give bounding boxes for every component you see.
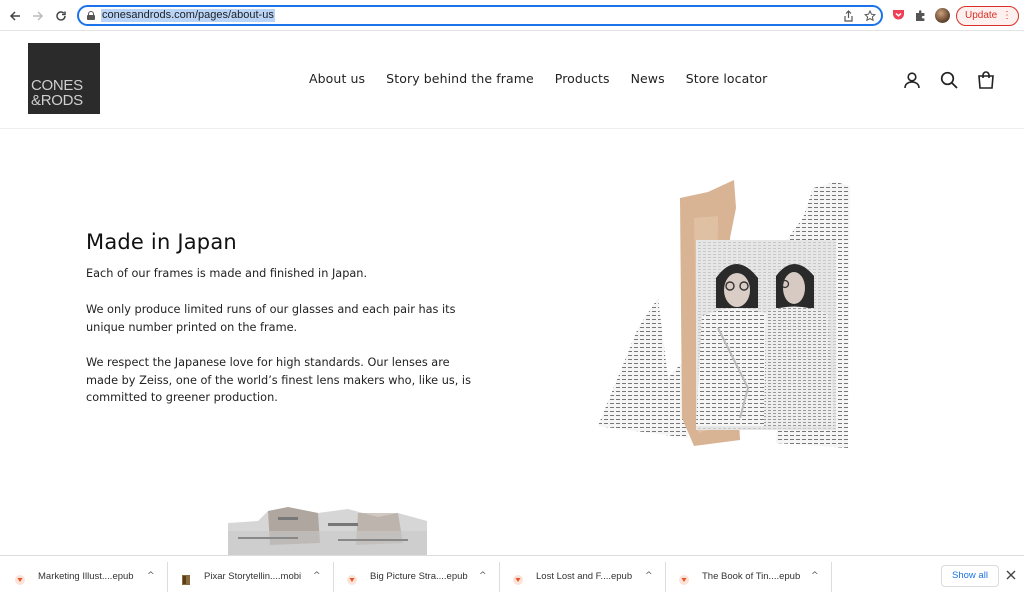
divider <box>333 562 334 592</box>
address-bar[interactable]: conesandrods.com/pages/about-us <box>77 5 883 26</box>
extensions-puzzle-icon[interactable] <box>912 7 928 23</box>
download-label: Marketing Illust....epub <box>38 571 134 582</box>
epub-icon <box>678 571 690 585</box>
divider <box>499 562 500 592</box>
chevron-up-icon[interactable]: ^ <box>479 571 487 581</box>
collage-image <box>598 178 852 450</box>
show-all-button[interactable]: Show all <box>941 565 999 587</box>
nav-products[interactable]: Products <box>555 71 610 86</box>
paragraph-made-in-japan: Each of our frames is made and finished … <box>86 267 368 280</box>
divider <box>665 562 666 592</box>
chevron-up-icon[interactable]: ^ <box>313 571 321 581</box>
nav-story-behind-the-frame[interactable]: Story behind the frame <box>386 71 534 86</box>
download-item[interactable]: Lost Lost and F....epub <box>512 556 632 597</box>
download-label: Big Picture Stra....epub <box>370 571 468 582</box>
paragraph-zeiss-lenses: We respect the Japanese love for high st… <box>86 356 471 404</box>
account-icon[interactable] <box>903 71 921 89</box>
share-icon[interactable] <box>841 9 855 23</box>
lock-icon[interactable] <box>87 11 95 20</box>
downloads-bar: Marketing Illust....epub ^ Pixar Storyte… <box>0 555 1024 596</box>
browser-toolbar: conesandrods.com/pages/about-us Update ⋮ <box>0 0 1024 31</box>
download-label: The Book of Tin....epub <box>702 571 801 582</box>
divider <box>831 562 832 592</box>
chevron-up-icon[interactable]: ^ <box>811 571 819 581</box>
nav-news[interactable]: News <box>631 71 665 86</box>
chevron-up-icon[interactable]: ^ <box>645 571 653 581</box>
download-item[interactable]: Marketing Illust....epub <box>14 556 134 597</box>
download-item[interactable]: Pixar Storytellin....mobi <box>180 556 301 597</box>
update-label: Update <box>965 10 998 21</box>
bookmark-star-icon[interactable] <box>863 9 877 23</box>
back-arrow-icon[interactable] <box>6 7 24 25</box>
divider <box>167 562 168 592</box>
update-button[interactable]: Update ⋮ <box>956 6 1019 26</box>
epub-icon <box>14 571 26 585</box>
menu-dots-icon[interactable]: ⋮ <box>1002 7 1012 25</box>
page-heading: Made in Japan <box>86 230 237 254</box>
collage-strip-image <box>228 503 427 556</box>
main-navigation: About us Story behind the frame Products… <box>309 71 788 86</box>
cones-and-rods-logo[interactable]: CONES &RODS <box>28 43 100 114</box>
nav-store-locator[interactable]: Store locator <box>686 71 768 86</box>
reload-icon[interactable] <box>52 7 70 25</box>
epub-icon <box>346 571 358 585</box>
close-icon[interactable] <box>1006 569 1016 583</box>
paragraph-limited-runs: We only produce limited runs of our glas… <box>86 303 456 334</box>
download-label: Lost Lost and F....epub <box>536 571 633 582</box>
download-item[interactable]: Big Picture Stra....epub <box>346 556 468 597</box>
epub-icon <box>512 571 524 585</box>
chevron-up-icon[interactable]: ^ <box>147 571 155 581</box>
forward-arrow-icon[interactable] <box>29 7 47 25</box>
pocket-icon[interactable] <box>890 7 906 23</box>
url-text[interactable]: conesandrods.com/pages/about-us <box>101 9 275 22</box>
nav-about-us[interactable]: About us <box>309 71 365 86</box>
logo-line-2: &RODS <box>31 92 83 109</box>
download-item[interactable]: The Book of Tin....epub <box>678 556 800 597</box>
site-header: CONES &RODS About us Story behind the fr… <box>0 31 1024 129</box>
cart-bag-icon[interactable] <box>977 71 995 89</box>
profile-avatar[interactable] <box>935 8 950 23</box>
mobi-icon <box>180 571 192 585</box>
download-label: Pixar Storytellin....mobi <box>204 571 302 582</box>
logo-line-1: CONES <box>31 77 83 94</box>
search-icon[interactable] <box>940 71 958 89</box>
